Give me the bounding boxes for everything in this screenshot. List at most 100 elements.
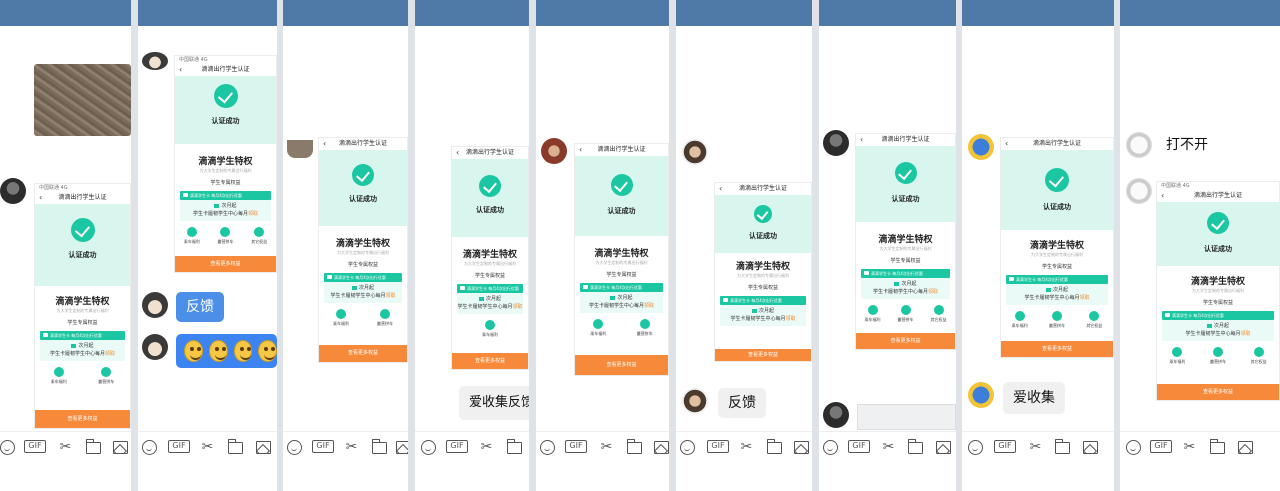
benefit-ride[interactable]: 乘车福利 [590,319,606,337]
avatar[interactable] [142,292,168,318]
partial-screenshot-message[interactable] [857,404,956,430]
image-icon[interactable] [1083,441,1098,454]
gif-icon[interactable]: GIF [168,440,190,453]
cta-button[interactable]: 查看更多权益 [319,345,407,362]
cta-button[interactable]: 查看更多权益 [175,256,276,272]
cta-button[interactable]: 查看更多权益 [575,355,668,375]
gif-icon[interactable]: GIF [994,440,1016,453]
cannot-open-bubble[interactable]: 打不开 [1156,131,1218,159]
scissors-icon[interactable]: ✂ [1182,440,1197,455]
folder-icon[interactable] [228,439,243,454]
avatar[interactable] [541,138,567,164]
benefit-other[interactable]: 其它权益 [1086,311,1102,329]
image-icon[interactable] [936,441,951,454]
collect-feedback-bubble[interactable]: 爱收集反馈 [459,386,529,420]
benefit-ride[interactable]: 乘车福利 [51,367,67,385]
benefit-carpool[interactable]: 叢营拼车 [217,227,233,245]
benefit-other[interactable]: 其它权益 [931,305,947,323]
avatar[interactable] [287,140,313,158]
screenshot-message[interactable]: ‹ 滴滴出行学生认证 认证成功 滴滴学生特权 为大学生定制的专属出行福利 学生专属… [855,133,956,350]
avatar[interactable] [1126,178,1152,204]
gif-icon[interactable]: GIF [848,440,870,453]
image-icon[interactable] [256,441,271,454]
benefit-carpool[interactable]: 叢营拼车 [898,305,914,323]
folder-icon[interactable] [627,439,642,454]
benefit-ride[interactable]: 乘车福利 [184,227,200,245]
screenshot-message[interactable]: ‹ 滴滴出行学生认证 认证成功 滴滴学生特权 为大学生定制的专属出行福利 学生专属… [714,182,812,362]
scissors-icon[interactable]: ✂ [344,440,359,455]
benefit-carpool[interactable]: 叢营拼车 [1049,311,1065,329]
emoji-icon[interactable] [421,440,436,455]
emoji-icon[interactable] [680,440,695,455]
image-icon[interactable] [1238,441,1253,454]
gif-icon[interactable]: GIF [707,440,729,453]
emoji-icon[interactable] [287,440,302,455]
benefit-carpool[interactable]: 叢营拼车 [98,367,114,385]
avatar[interactable] [1126,132,1152,158]
folder-icon[interactable] [86,439,101,454]
cta-button[interactable]: 查看更多权益 [1157,384,1279,400]
image-icon[interactable] [113,441,128,454]
feedback-bubble[interactable]: 反馈 [176,292,224,322]
image-icon[interactable] [794,441,809,454]
emoji-icon[interactable] [142,440,157,455]
benefit-carpool[interactable]: 叢营拼车 [377,309,393,327]
folder-icon[interactable] [908,439,923,454]
avatar[interactable] [682,388,708,414]
scissors-icon[interactable]: ✂ [881,440,896,455]
gif-icon[interactable]: GIF [1150,440,1172,453]
screenshot-message[interactable]: 中国联通 4G ‹ 滴滴出行学生认证 认证成功 滴滴学生特权 为大学生定制的专属出… [34,183,131,429]
avatar[interactable] [682,139,708,165]
cta-button[interactable]: 查看更多权益 [452,353,528,369]
photo-message[interactable] [34,64,131,136]
gif-icon[interactable]: GIF [446,440,468,453]
benefit-ride[interactable]: 乘车福利 [1169,347,1185,365]
image-icon[interactable] [396,441,408,454]
collect-bubble[interactable]: 爱收集 [1003,382,1065,414]
folder-icon[interactable] [372,439,387,454]
scissors-icon[interactable]: ✂ [58,440,73,455]
feedback-bubble[interactable]: 反馈 [718,388,766,418]
benefit-ride[interactable]: 乘车福利 [333,309,349,327]
screenshot-message[interactable]: ‹ 滴滴出行学生认证 认证成功 滴滴学生特权 为大学生定制的专属出行福利 学生专属… [451,146,529,370]
benefit-other[interactable]: 其它权益 [1251,347,1267,365]
benefit-ride[interactable]: 乘车福利 [865,305,881,323]
avatar[interactable] [823,130,849,156]
scissors-icon[interactable]: ✂ [479,440,494,455]
gif-icon[interactable]: GIF [24,440,46,453]
scissors-icon[interactable]: ✂ [200,440,215,455]
avatar[interactable] [142,52,168,70]
benefit-carpool[interactable]: 叢营拼车 [1210,347,1226,365]
gif-icon[interactable]: GIF [565,440,587,453]
screenshot-message[interactable]: 中国联通 4G ‹ 滴滴出行学生认证 认证成功 滴滴学生特权 为大学生定制的专属出… [1156,181,1280,401]
cta-button[interactable]: 查看更多权益 [856,333,955,349]
avatar[interactable] [0,178,26,204]
cta-button[interactable]: 查看更多权益 [35,410,130,428]
screenshot-message[interactable]: 中国联通 4G ‹ 滴滴出行学生认证 认证成功 滴滴学生特权 为大学生定制的专属出… [174,55,277,273]
folder-icon[interactable] [507,439,522,454]
emoji-icon[interactable] [968,440,983,455]
scissors-icon[interactable]: ✂ [599,440,614,455]
gif-icon[interactable]: GIF [312,440,334,453]
benefit-other[interactable]: 其它权益 [251,227,267,245]
avatar[interactable] [142,334,168,360]
image-icon[interactable] [654,441,669,454]
emoji-sticker[interactable] [176,334,277,368]
benefit-ride[interactable]: 乘车福利 [482,320,498,338]
avatar[interactable] [968,134,994,160]
avatar[interactable] [968,382,994,408]
avatar[interactable] [823,402,849,428]
screenshot-message[interactable]: ‹ 滴滴出行学生认证 认证成功 滴滴学生特权 为大学生定制的专属出行福利 学生专属… [318,137,408,363]
folder-icon[interactable] [1055,439,1070,454]
scissors-icon[interactable]: ✂ [739,440,754,455]
emoji-icon[interactable] [823,440,838,455]
emoji-icon[interactable] [1126,440,1141,455]
folder-icon[interactable] [767,439,782,454]
cta-button[interactable]: 查看更多权益 [1001,341,1113,357]
benefit-carpool[interactable]: 叢营拼车 [637,319,653,337]
emoji-icon[interactable] [540,440,555,455]
folder-icon[interactable] [1210,439,1225,454]
screenshot-message[interactable]: ‹ 滴滴出行学生认证 认证成功 滴滴学生特权 为大学生定制的专属出行福利 学生专属… [574,143,669,376]
screenshot-message[interactable]: ‹ 滴滴出行学生认证 认证成功 滴滴学生特权 为大学生定制的专属出行福利 学生专属… [1000,137,1114,358]
scissors-icon[interactable]: ✂ [1028,440,1043,455]
